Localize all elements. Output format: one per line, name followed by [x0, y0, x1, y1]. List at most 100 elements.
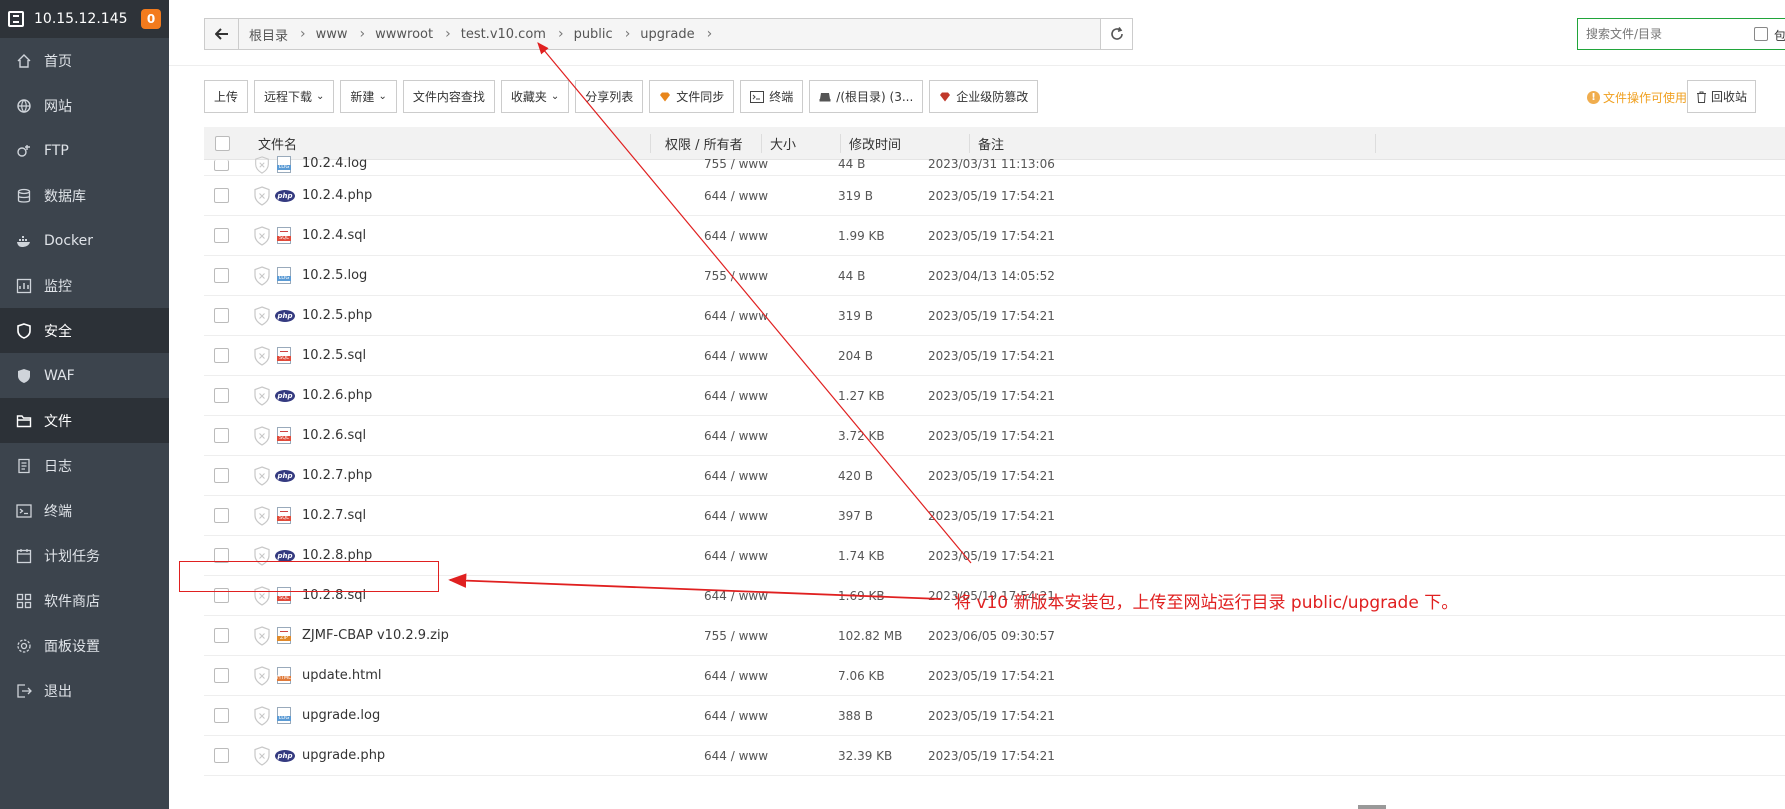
sidebar-item-folder[interactable]: 文件: [0, 398, 169, 443]
file-permission[interactable]: 755 / www: [704, 256, 768, 296]
protection-shield-icon[interactable]: [253, 586, 271, 606]
file-permission[interactable]: 755 / www: [704, 616, 768, 656]
table-row[interactable]: php 10.2.8.php 644 / www 1.74 KB 2023/05/19 …: [204, 536, 1785, 576]
table-row[interactable]: HTML update.html 644 / www 7.06 KB 2023/05/1…: [204, 656, 1785, 696]
favorites-button[interactable]: 收藏夹 ⌄: [500, 80, 570, 113]
table-row[interactable]: php 10.2.4.php 644 / www 319 B 2023/05/19 17…: [204, 176, 1785, 216]
breadcrumb-item[interactable]: 根目录 ›: [239, 25, 306, 44]
recycle-bin-button[interactable]: 回收站: [1687, 80, 1757, 113]
file-permission[interactable]: 644 / www: [704, 456, 768, 496]
table-row[interactable]: SQL 10.2.4.sql 644 / www 1.99 KB 2023/05/19 …: [204, 216, 1785, 256]
table-row[interactable]: php upgrade.php 644 / www 32.39 KB 2023/05/1…: [204, 736, 1785, 776]
table-row[interactable]: SQL 10.2.5.sql 644 / www 204 B 2023/05/19 17…: [204, 336, 1785, 376]
protection-shield-icon[interactable]: [253, 156, 271, 174]
sidebar-item-globe[interactable]: 网站: [0, 83, 169, 128]
file-name[interactable]: ZJMF-CBAP v10.2.9.zip: [302, 616, 449, 656]
protection-shield-icon[interactable]: [253, 746, 271, 766]
row-checkbox[interactable]: [214, 268, 229, 283]
sidebar-item-apps[interactable]: 软件商店: [0, 578, 169, 623]
upload-button[interactable]: 上传: [204, 80, 249, 113]
table-row[interactable]: ZIP ZJMF-CBAP v10.2.9.zip 755 / www 102.82 …: [204, 616, 1785, 656]
column-header-size[interactable]: 大小: [770, 127, 796, 160]
protection-shield-icon[interactable]: [253, 506, 271, 526]
protection-shield-icon[interactable]: [253, 546, 271, 566]
include-subdir-checkbox[interactable]: [1754, 27, 1768, 41]
select-all-checkbox[interactable]: [215, 136, 230, 151]
content-search-button[interactable]: 文件内容查找: [402, 80, 495, 113]
table-row[interactable]: LOG 10.2.4.log 755 / www 44 B 2023/03/31 11:…: [204, 156, 1785, 176]
protection-shield-icon[interactable]: [253, 666, 271, 686]
row-checkbox[interactable]: [214, 708, 229, 723]
breadcrumb-item[interactable]: public ›: [564, 25, 631, 44]
table-row[interactable]: php 10.2.7.php 644 / www 420 B 2023/05/19 17…: [204, 456, 1785, 496]
file-name[interactable]: 10.2.5.php: [302, 296, 372, 336]
server-bar[interactable]: 10.15.12.145 0: [0, 0, 169, 38]
row-checkbox[interactable]: [214, 228, 229, 243]
share-list-button[interactable]: 分享列表: [575, 80, 644, 113]
file-permission[interactable]: 644 / www: [704, 416, 768, 456]
sidebar-item-gear[interactable]: 面板设置: [0, 623, 169, 668]
disk-button[interactable]: /(根目录) (3...: [809, 80, 924, 113]
table-row[interactable]: php 10.2.6.php 644 / www 1.27 KB 2023/05/19 …: [204, 376, 1785, 416]
row-checkbox[interactable]: [214, 348, 229, 363]
sidebar-item-waf[interactable]: WAF: [0, 353, 169, 398]
row-checkbox[interactable]: [214, 160, 229, 171]
row-checkbox[interactable]: [214, 748, 229, 763]
file-sync-button[interactable]: 文件同步: [649, 80, 735, 113]
row-checkbox[interactable]: [214, 468, 229, 483]
file-name[interactable]: 10.2.7.sql: [302, 496, 366, 536]
file-name[interactable]: 10.2.7.php: [302, 456, 372, 496]
row-checkbox[interactable]: [214, 308, 229, 323]
protection-shield-icon[interactable]: [253, 706, 271, 726]
row-checkbox[interactable]: [214, 628, 229, 643]
row-checkbox[interactable]: [214, 188, 229, 203]
sidebar-item-logout[interactable]: 退出: [0, 668, 169, 713]
horizontal-scrollbar[interactable]: [1358, 805, 1386, 809]
file-permission[interactable]: 644 / www: [704, 296, 768, 336]
new-button[interactable]: 新建 ⌄: [340, 80, 397, 113]
notification-badge[interactable]: 0: [141, 9, 161, 29]
protection-shield-icon[interactable]: [253, 226, 271, 246]
file-permission[interactable]: 644 / www: [704, 576, 768, 616]
file-name[interactable]: 10.2.4.sql: [302, 216, 366, 256]
file-permission[interactable]: 755 / www: [704, 156, 768, 172]
refresh-button[interactable]: [1101, 18, 1133, 50]
protection-shield-icon[interactable]: [253, 186, 271, 206]
file-name[interactable]: 10.2.6.sql: [302, 416, 366, 456]
protection-shield-icon[interactable]: [253, 466, 271, 486]
protection-shield-icon[interactable]: [253, 626, 271, 646]
protection-shield-icon[interactable]: [253, 346, 271, 366]
file-name[interactable]: 10.2.5.sql: [302, 336, 366, 376]
tamper-protection-button[interactable]: 企业级防篡改: [929, 80, 1039, 113]
file-permission[interactable]: 644 / www: [704, 176, 768, 216]
file-permission[interactable]: 644 / www: [704, 376, 768, 416]
file-permission[interactable]: 644 / www: [704, 656, 768, 696]
file-permission[interactable]: 644 / www: [704, 216, 768, 256]
sidebar-item-log[interactable]: 日志: [0, 443, 169, 488]
row-checkbox[interactable]: [214, 668, 229, 683]
sidebar-item-ftp[interactable]: FTP: [0, 128, 169, 173]
table-row[interactable]: php 10.2.5.php 644 / www 319 B 2023/05/19 17…: [204, 296, 1785, 336]
sidebar-item-database[interactable]: 数据库: [0, 173, 169, 218]
table-row[interactable]: SQL 10.2.6.sql 644 / www 3.72 KB 2023/05/19 …: [204, 416, 1785, 456]
file-permission[interactable]: 644 / www: [704, 496, 768, 536]
breadcrumb-item[interactable]: wwwroot ›: [365, 25, 451, 44]
file-name[interactable]: upgrade.log: [302, 696, 380, 736]
breadcrumb-item[interactable]: upgrade ›: [630, 25, 712, 44]
row-checkbox[interactable]: [214, 508, 229, 523]
protection-shield-icon[interactable]: [253, 306, 271, 326]
sidebar-item-home[interactable]: 首页: [0, 38, 169, 83]
sidebar-item-monitor[interactable]: 监控: [0, 263, 169, 308]
sidebar-item-docker[interactable]: Docker: [0, 218, 169, 263]
file-permission[interactable]: 644 / www: [704, 536, 768, 576]
file-name[interactable]: 10.2.4.log: [302, 156, 367, 172]
remote-download-button[interactable]: 远程下载 ⌄: [254, 80, 335, 113]
row-checkbox[interactable]: [214, 588, 229, 603]
sidebar-item-shield[interactable]: 安全: [0, 308, 169, 353]
table-row[interactable]: SQL 10.2.7.sql 644 / www 397 B 2023/05/19 17…: [204, 496, 1785, 536]
file-name[interactable]: 10.2.5.log: [302, 256, 367, 296]
file-permission[interactable]: 644 / www: [704, 336, 768, 376]
table-row[interactable]: LOG upgrade.log 644 / www 388 B 2023/05/19 1…: [204, 696, 1785, 736]
row-checkbox[interactable]: [214, 548, 229, 563]
terminal-button[interactable]: 终端: [740, 80, 804, 113]
